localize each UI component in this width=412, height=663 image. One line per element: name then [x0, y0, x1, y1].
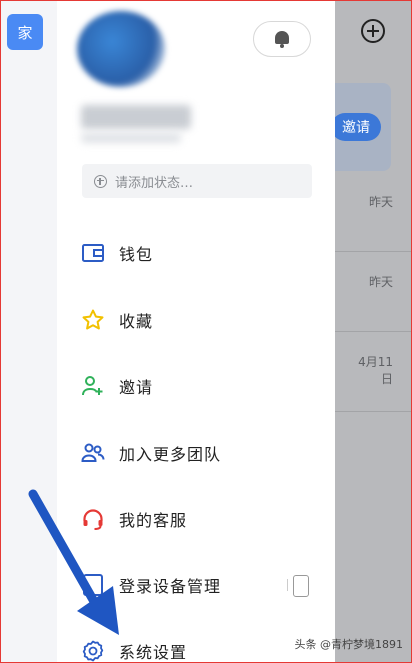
- menu-label: 邀请: [119, 378, 154, 397]
- divider: [335, 251, 411, 252]
- chat-time: 昨天: [368, 275, 393, 289]
- gear-icon: [81, 639, 105, 662]
- menu-label: 加入更多团队: [119, 445, 222, 464]
- divider: [335, 331, 411, 332]
- menu-item-favorites[interactable]: 收藏: [57, 300, 335, 340]
- menu-item-wallet[interactable]: 钱包: [57, 233, 335, 273]
- chat-time: 昨天: [368, 195, 393, 209]
- wallet-icon: [81, 241, 105, 265]
- team-rail: 家: [1, 1, 57, 662]
- divider: [335, 411, 411, 412]
- phone-icon: [293, 575, 309, 597]
- watermark: 头条 @青柠梦境1891: [294, 638, 404, 651]
- avatar[interactable]: [77, 11, 165, 87]
- side-drawer: 请添加状态… 钱包 收藏 邀请 加入更多团队 我的客服 登录设备管理 系统设置: [57, 1, 335, 662]
- status-placeholder: 请添加状态…: [115, 175, 194, 191]
- status-input[interactable]: 请添加状态…: [82, 164, 312, 198]
- menu-item-system-settings[interactable]: 系统设置: [57, 631, 335, 662]
- team-icon: [81, 441, 105, 465]
- menu-item-join-teams[interactable]: 加入更多团队: [57, 433, 335, 473]
- notification-button[interactable]: [253, 21, 311, 57]
- menu-item-invite[interactable]: 邀请: [57, 366, 335, 406]
- menu-label: 我的客服: [119, 511, 188, 530]
- device-icon: [81, 573, 105, 597]
- user-subtitle-blurred: [81, 133, 181, 143]
- menu-item-customer-service[interactable]: 我的客服: [57, 499, 335, 539]
- background-invite-button[interactable]: 邀请: [331, 113, 381, 141]
- bell-icon: [274, 30, 290, 48]
- menu-label: 收藏: [119, 312, 154, 331]
- screenshot-frame: 家 邀请 昨天 昨天 4月11日 请添加状态… 钱包 收藏 邀请 加入更多团队 …: [0, 0, 412, 663]
- add-icon[interactable]: [361, 19, 385, 43]
- headset-icon: [81, 507, 105, 531]
- menu-label: 登录设备管理: [119, 577, 222, 596]
- user-name-blurred: [81, 105, 191, 129]
- menu-label: 钱包: [119, 245, 154, 264]
- team-badge[interactable]: 家: [7, 14, 43, 50]
- device-separator: [287, 579, 288, 591]
- menu-label: 系统设置: [119, 643, 188, 662]
- star-icon: [81, 308, 105, 332]
- chat-time: 4月11日: [358, 355, 393, 386]
- add-user-icon: [81, 374, 105, 398]
- plus-circle-icon: [94, 174, 107, 188]
